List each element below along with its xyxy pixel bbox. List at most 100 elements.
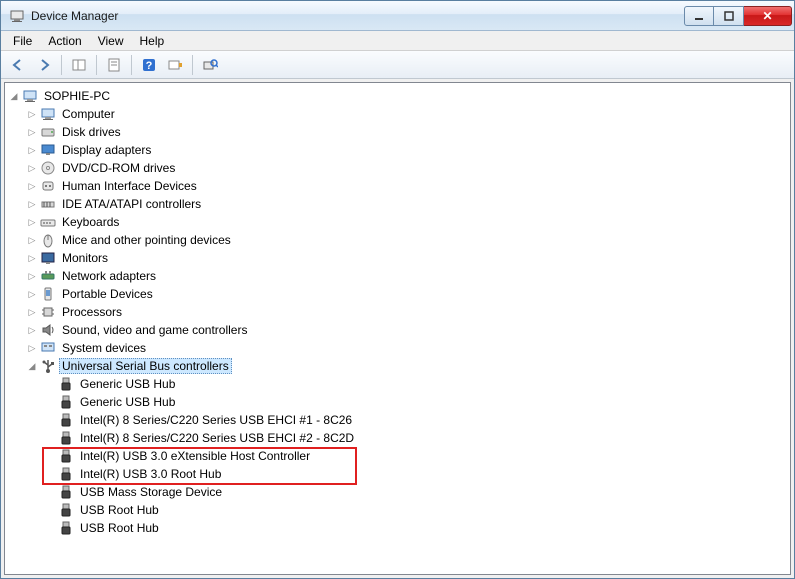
app-icon	[9, 8, 25, 24]
system-icon	[40, 340, 56, 356]
usbdev-icon	[58, 394, 74, 410]
forward-button[interactable]	[33, 54, 55, 76]
scan-hardware-button[interactable]	[199, 54, 221, 76]
network-icon	[40, 268, 56, 284]
usbdev-icon	[58, 502, 74, 518]
category-label: Human Interface Devices	[59, 178, 200, 194]
toolbar: ?	[1, 51, 794, 79]
titlebar[interactable]: Device Manager ✕	[1, 1, 794, 31]
device-label: USB Root Hub	[77, 520, 162, 536]
device-label: Intel(R) USB 3.0 Root Hub	[77, 466, 224, 482]
maximize-button[interactable]	[714, 6, 744, 26]
expand-icon[interactable]: ▷	[25, 233, 39, 247]
category-label: Network adapters	[59, 268, 159, 284]
display-icon	[40, 142, 56, 158]
expand-icon[interactable]: ▷	[25, 341, 39, 355]
menubar: File Action View Help	[1, 31, 794, 51]
collapse-icon[interactable]: ◢	[7, 89, 21, 103]
expand-icon[interactable]: ▷	[25, 215, 39, 229]
category-label: Keyboards	[59, 214, 122, 230]
menu-file[interactable]: File	[5, 32, 40, 50]
expand-icon[interactable]: ▷	[25, 269, 39, 283]
back-button[interactable]	[7, 54, 29, 76]
device-label: USB Mass Storage Device	[77, 484, 225, 500]
usbdev-icon	[58, 376, 74, 392]
help-button[interactable]: ?	[138, 54, 160, 76]
tree-device[interactable]: Intel(R) USB 3.0 Root Hub	[7, 465, 788, 483]
tree-category[interactable]: ▷Display adapters	[7, 141, 788, 159]
sound-icon	[40, 322, 56, 338]
tree-device[interactable]: Intel(R) USB 3.0 eXtensible Host Control…	[7, 447, 788, 465]
tree-device[interactable]: Generic USB Hub	[7, 393, 788, 411]
toolbar-separator	[192, 55, 193, 75]
toolbar-separator	[131, 55, 132, 75]
menu-view[interactable]: View	[90, 32, 132, 50]
device-label: USB Root Hub	[77, 502, 162, 518]
category-label: DVD/CD-ROM drives	[59, 160, 178, 176]
cpu-icon	[40, 304, 56, 320]
expand-icon[interactable]: ▷	[25, 143, 39, 157]
tree-device[interactable]: USB Mass Storage Device	[7, 483, 788, 501]
properties-button[interactable]	[103, 54, 125, 76]
action-button[interactable]	[164, 54, 186, 76]
usbdev-icon	[58, 412, 74, 428]
category-label: Mice and other pointing devices	[59, 232, 234, 248]
tree-category[interactable]: ◢Universal Serial Bus controllers	[7, 357, 788, 375]
tree-category[interactable]: ▷ Monitors	[7, 249, 788, 267]
expand-icon[interactable]: ▷	[25, 161, 39, 175]
computer-icon	[22, 88, 38, 104]
category-label: Disk drives	[59, 124, 124, 140]
svg-text:?: ?	[146, 60, 153, 72]
expand-icon[interactable]: ▷	[25, 305, 39, 319]
tree-category[interactable]: ▷ Processors	[7, 303, 788, 321]
usbdev-icon	[58, 448, 74, 464]
tree-category[interactable]: ▷ Network adapters	[7, 267, 788, 285]
expand-icon[interactable]: ▷	[25, 323, 39, 337]
tree-category[interactable]: ▷ Disk drives	[7, 123, 788, 141]
close-button[interactable]: ✕	[744, 6, 792, 26]
disk-icon	[40, 124, 56, 140]
expand-icon[interactable]: ▷	[25, 179, 39, 193]
dvd-icon	[40, 160, 56, 176]
show-hide-tree-button[interactable]	[68, 54, 90, 76]
tree-device[interactable]: Intel(R) 8 Series/C220 Series USB EHCI #…	[7, 429, 788, 447]
tree-root[interactable]: ◢SOPHIE-PC	[7, 87, 788, 105]
menu-action[interactable]: Action	[40, 32, 89, 50]
computer-icon	[40, 106, 56, 122]
category-label: System devices	[59, 340, 149, 356]
usbdev-icon	[58, 520, 74, 536]
usbdev-icon	[58, 484, 74, 500]
tree-category[interactable]: ▷ Computer	[7, 105, 788, 123]
collapse-icon[interactable]: ◢	[25, 359, 39, 373]
ide-icon	[40, 196, 56, 212]
mouse-icon	[40, 232, 56, 248]
tree-category[interactable]: ▷ Mice and other pointing devices	[7, 231, 788, 249]
tree-device[interactable]: USB Root Hub	[7, 501, 788, 519]
portable-icon	[40, 286, 56, 302]
category-label: Processors	[59, 304, 125, 320]
tree-category[interactable]: ▷ IDE ATA/ATAPI controllers	[7, 195, 788, 213]
category-label: IDE ATA/ATAPI controllers	[59, 196, 204, 212]
tree-device[interactable]: USB Root Hub	[7, 519, 788, 537]
tree-device[interactable]: Intel(R) 8 Series/C220 Series USB EHCI #…	[7, 411, 788, 429]
expand-icon[interactable]: ▷	[25, 197, 39, 211]
tree-category[interactable]: ▷ Human Interface Devices	[7, 177, 788, 195]
expand-icon[interactable]: ▷	[25, 287, 39, 301]
tree-device[interactable]: Generic USB Hub	[7, 375, 788, 393]
menu-help[interactable]: Help	[132, 32, 173, 50]
expand-icon[interactable]: ▷	[25, 107, 39, 121]
tree-category[interactable]: ▷ DVD/CD-ROM drives	[7, 159, 788, 177]
toolbar-separator	[61, 55, 62, 75]
tree-category[interactable]: ▷ System devices	[7, 339, 788, 357]
tree-category[interactable]: ▷Sound, video and game controllers	[7, 321, 788, 339]
device-tree[interactable]: ◢SOPHIE-PC ▷ Computer ▷ Disk drives▷Display …	[4, 82, 791, 575]
device-label: Intel(R) USB 3.0 eXtensible Host Control…	[77, 448, 313, 464]
tree-category[interactable]: ▷Portable Devices	[7, 285, 788, 303]
keyboard-icon	[40, 214, 56, 230]
category-label: Computer	[59, 106, 118, 122]
minimize-button[interactable]	[684, 6, 714, 26]
category-label: Monitors	[59, 250, 111, 266]
expand-icon[interactable]: ▷	[25, 251, 39, 265]
tree-category[interactable]: ▷ Keyboards	[7, 213, 788, 231]
expand-icon[interactable]: ▷	[25, 125, 39, 139]
